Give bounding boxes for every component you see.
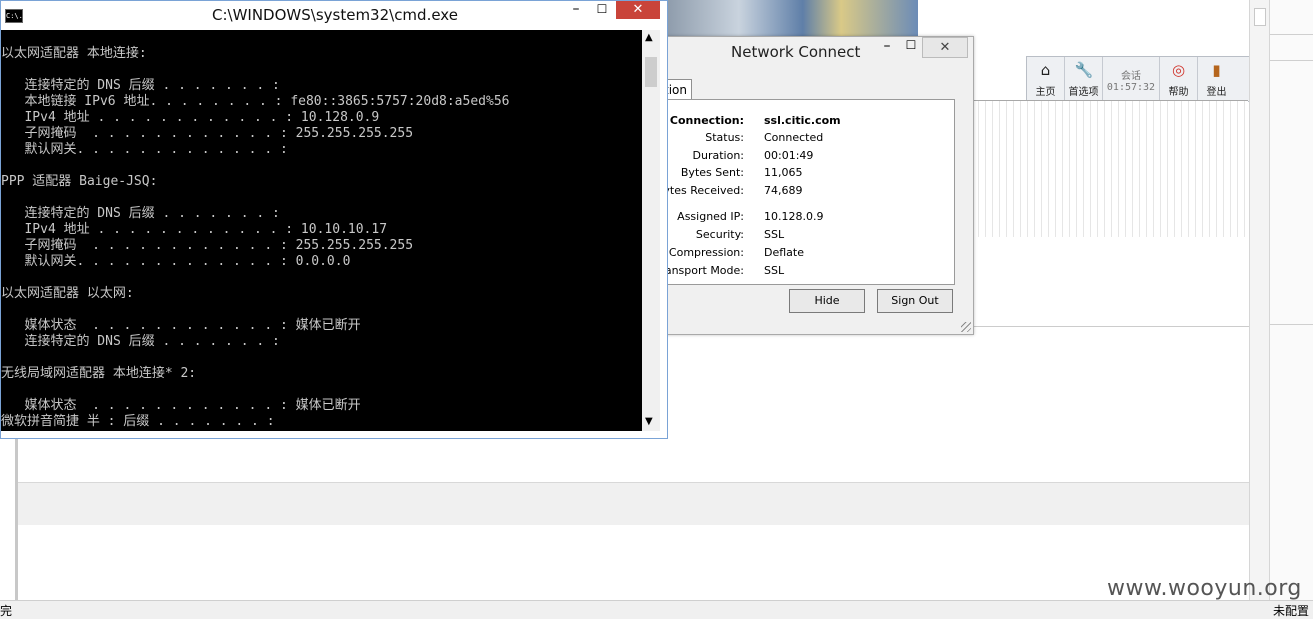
cmd-titlebar[interactable]: C:\. C:\WINDOWS\system32\cmd.exe – ☐ ✕ [1, 1, 667, 30]
console-line: 子网掩码 . . . . . . . . . . . . : 255.255.2… [1, 238, 414, 253]
scroll-thumb[interactable] [645, 57, 657, 87]
console-line: 微软拼音简捷 半 : 后缀 . . . . . . . : [1, 414, 275, 429]
status-right-text: 未配置 [1273, 604, 1310, 618]
detail-value: Deflate [764, 246, 804, 259]
minimize-button[interactable]: – [567, 1, 585, 17]
console-icon: C:\. [5, 9, 23, 23]
console-line: 以太网适配器 本地连接: [1, 46, 147, 61]
logout-label: 登出 [1206, 87, 1227, 98]
divider [1270, 60, 1313, 61]
detail-row-duration: Duration: 00:01:49 [662, 149, 962, 165]
detail-value: 74,689 [764, 184, 803, 197]
console-line: 本地链接 IPv6 地址. . . . . . . . : fe80::3865… [1, 94, 510, 109]
detail-value: SSL [764, 264, 785, 277]
chevron-up-icon[interactable]: ▲ [645, 32, 653, 43]
detail-row-security: Security: SSL [662, 228, 962, 244]
connection-details-panel: Connection: ssl.citic.com Status: Connec… [655, 99, 955, 285]
console-line: 无线局域网适配器 本地连接* 2: [1, 366, 197, 381]
detail-key: Status: [705, 131, 744, 144]
detail-key: Transport Mode: [655, 264, 744, 277]
detail-row-transport-mode: Transport Mode: SSL [655, 264, 962, 280]
close-button[interactable]: ✕ [922, 37, 968, 58]
detail-key: Connection: [669, 114, 744, 127]
watermark: www.wooyun.org [1107, 576, 1302, 601]
side-panel [1269, 0, 1313, 618]
detail-value: 11,065 [764, 166, 803, 179]
console-line: 默认网关. . . . . . . . . . . . . : 0.0.0.0 [1, 254, 351, 269]
console-line: 连接特定的 DNS 后缀 . . . . . . . : [1, 78, 280, 93]
banner-image [662, 0, 918, 36]
sign-out-button[interactable]: Sign Out [877, 289, 953, 313]
maximize-button[interactable]: ☐ [900, 38, 922, 52]
session-label: 会话 [1121, 71, 1141, 82]
console-scrollbar[interactable]: ▲ ▼ [642, 30, 660, 431]
toolbar-logout-button[interactable]: ▮ 登出 [1198, 57, 1235, 101]
window-title: Network Connect [731, 43, 861, 61]
detail-key: Duration: [692, 149, 744, 162]
detail-row-compression: Compression: Deflate [662, 246, 962, 262]
network-connect-window: Network Connect – ☐ ✕ tion Connection: s… [655, 36, 974, 335]
toolbar-help-button[interactable]: ◎ 帮助 [1160, 57, 1198, 101]
striped-table-area [972, 100, 1248, 237]
detail-value: Connected [764, 131, 824, 144]
status-bar [0, 600, 1313, 619]
portal-toolbar: ⌂ 主页 🔧 首选项 会话 01:57:32 ◎ 帮助 ▮ 登出 [1026, 56, 1250, 102]
detail-key: Bytes Sent: [680, 166, 744, 179]
hide-button[interactable]: Hide [789, 289, 865, 313]
content-band [18, 482, 1249, 525]
divider [972, 326, 1249, 327]
detail-value: ssl.citic.com [764, 114, 841, 127]
help-label: 帮助 [1168, 87, 1189, 98]
page-scrollbar[interactable] [1249, 0, 1269, 618]
detail-key: Bytes Received: [655, 184, 744, 197]
options-label: 首选项 [1068, 87, 1099, 98]
detail-value: 00:01:49 [764, 149, 814, 162]
chevron-down-icon[interactable]: ▼ [645, 416, 653, 427]
scroll-knob[interactable] [1254, 8, 1266, 26]
console-line: IPv4 地址 . . . . . . . . . . . . : 10.10.… [1, 222, 388, 237]
console-line: 媒体状态 . . . . . . . . . . . . : 媒体已断开 [1, 318, 361, 333]
home-label: 主页 [1035, 87, 1056, 98]
door-icon: ▮ [1212, 61, 1221, 79]
console-line: 子网掩码 . . . . . . . . . . . . : 255.255.2… [1, 126, 414, 141]
toolbar-home-button[interactable]: ⌂ 主页 [1027, 57, 1065, 101]
detail-row-status: Status: Connected [662, 131, 962, 147]
resize-grip-icon[interactable] [961, 322, 971, 332]
maximize-button[interactable]: ☐ [593, 2, 611, 16]
session-timer: 会话 01:57:32 [1103, 57, 1160, 101]
divider [1270, 34, 1313, 35]
console-line: 媒体状态 . . . . . . . . . . . . : 媒体已断开 [1, 398, 361, 413]
detail-key: Assigned IP: [677, 210, 744, 223]
console-line: PPP 适配器 Baige-JSQ: [1, 174, 158, 189]
divider [1270, 324, 1313, 325]
console-line: 默认网关. . . . . . . . . . . . . : [1, 142, 288, 157]
detail-row-bytes-sent: Bytes Sent: 11,065 [662, 166, 962, 182]
minimize-button[interactable]: – [876, 38, 898, 54]
detail-row-bytes-received: Bytes Received: 74,689 [656, 184, 962, 200]
window-title: C:\WINDOWS\system32\cmd.exe [212, 6, 458, 24]
detail-row-assigned-ip: Assigned IP: 10.128.0.9 [662, 210, 962, 226]
wrench-icon: 🔧 [1074, 61, 1094, 79]
console-line: 连接特定的 DNS 后缀 . . . . . . . : [1, 206, 280, 221]
console-line: 以太网适配器 以太网: [1, 286, 134, 301]
detail-key: Compression: [668, 246, 744, 259]
status-left-text: 完 [0, 604, 13, 618]
detail-value: 10.128.0.9 [764, 210, 824, 223]
detail-value: SSL [764, 228, 785, 241]
home-icon: ⌂ [1040, 61, 1051, 79]
lifebuoy-icon: ◎ [1171, 61, 1186, 79]
cmd-window: C:\. C:\WINDOWS\system32\cmd.exe – ☐ ✕ 以… [0, 0, 668, 439]
close-button[interactable]: ✕ [616, 1, 660, 19]
console-line: IPv4 地址 . . . . . . . . . . . . : 10.128… [1, 110, 380, 125]
session-time: 01:57:32 [1106, 82, 1156, 93]
console-output[interactable]: 以太网适配器 本地连接: 连接特定的 DNS 后缀 . . . . . . . … [1, 30, 642, 431]
detail-key: Security: [695, 228, 744, 241]
toolbar-options-button[interactable]: 🔧 首选项 [1065, 57, 1103, 101]
detail-row-connection: Connection: ssl.citic.com [662, 114, 962, 130]
console-line: 连接特定的 DNS 后缀 . . . . . . . : [1, 334, 280, 349]
